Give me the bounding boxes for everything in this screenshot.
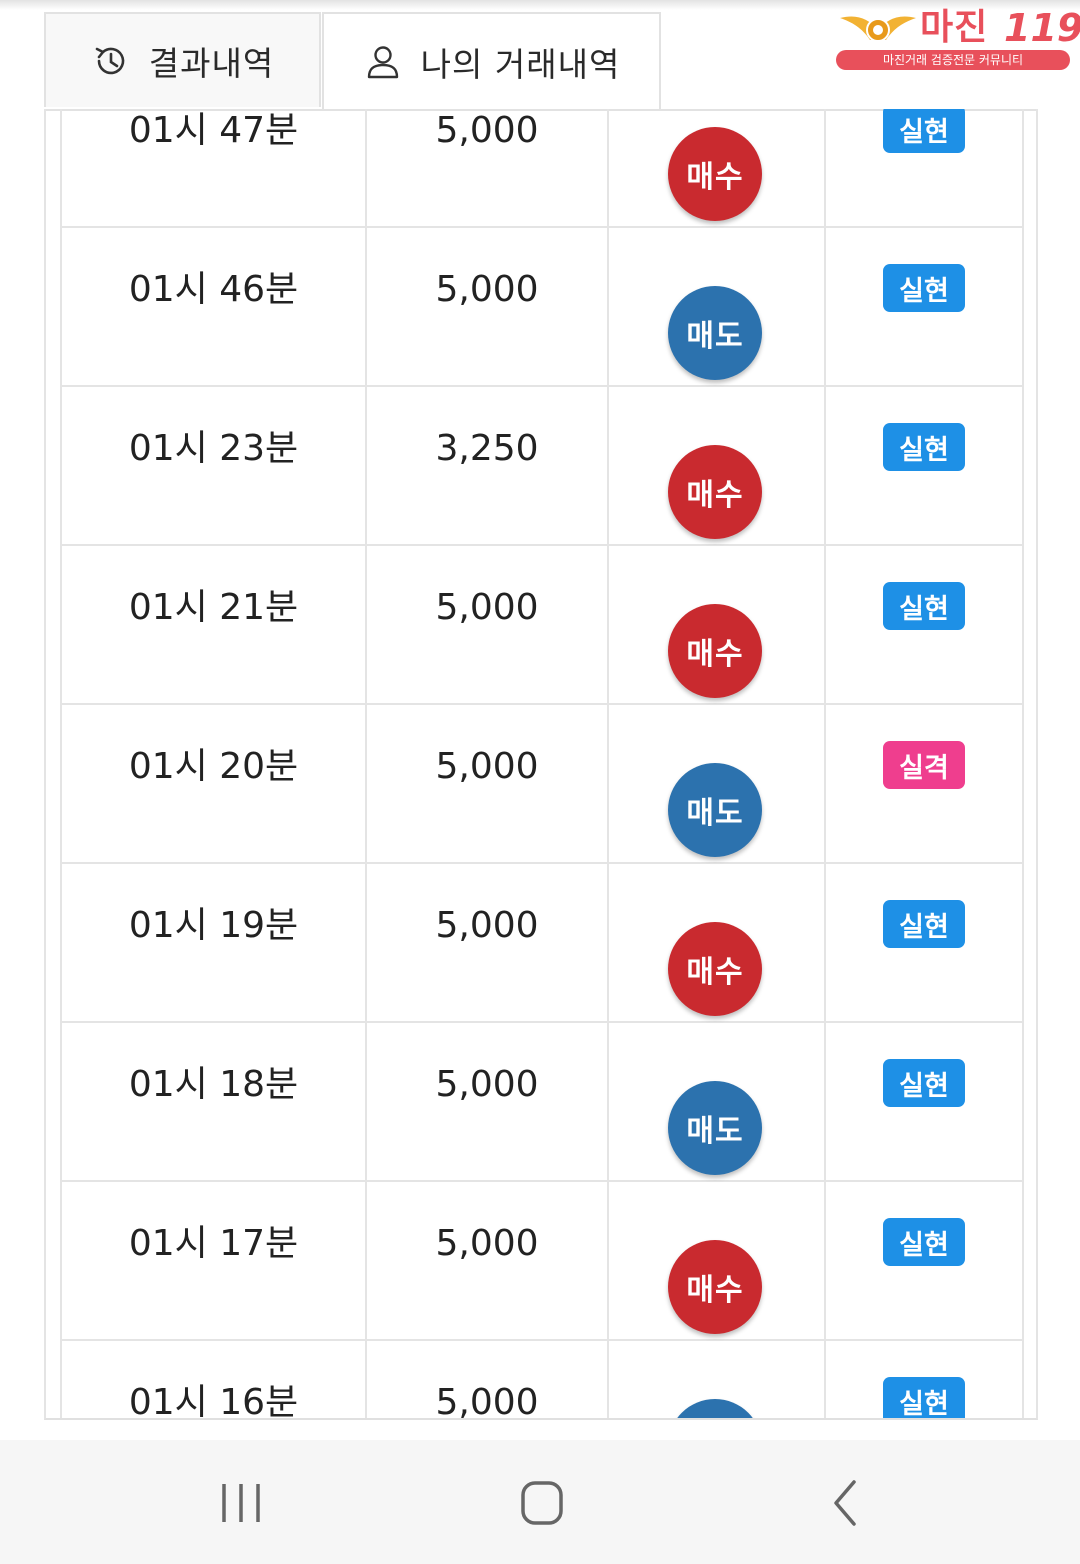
app-viewport: 결과내역 나의 거래내역 마진 119 마진거래 검증전문 커뮤니티 01시 4…	[0, 0, 1080, 1440]
trade-row: 01시 47분 5,000 매수 실현	[60, 109, 1024, 228]
system-nav-bar	[0, 1440, 1080, 1564]
trade-amount: 5,000	[435, 746, 539, 787]
sell-badge: 매도	[668, 286, 762, 380]
result-badge: 실현	[883, 1218, 965, 1266]
buy-badge: 매수	[668, 445, 762, 539]
trade-time: 01시 46분	[128, 269, 299, 310]
amount-cell: 5,000	[367, 109, 609, 226]
side-cell: 매도	[609, 705, 826, 862]
tab-my-trades-label: 나의 거래내역	[420, 44, 621, 84]
result-badge: 실현	[883, 423, 965, 471]
time-cell: 01시 46분	[62, 228, 367, 385]
trade-time: 01시 21분	[128, 587, 299, 628]
buy-badge: 매수	[668, 1240, 762, 1334]
result-badge: 실현	[883, 1377, 965, 1418]
result-cell: 실현	[826, 1341, 1024, 1418]
trade-amount: 5,000	[435, 110, 539, 151]
side-cell: 매수	[609, 546, 826, 703]
trade-time: 01시 16분	[128, 1382, 299, 1420]
amount-cell: 5,000	[367, 1023, 609, 1180]
result-badge: 실현	[883, 1059, 965, 1107]
amount-cell: 5,000	[367, 1341, 609, 1420]
time-cell: 01시 20분	[62, 705, 367, 862]
trade-amount: 5,000	[435, 1382, 539, 1420]
result-badge: 실현	[883, 582, 965, 630]
result-badge: 실현	[883, 264, 965, 312]
logo-brand-text: 마진	[920, 7, 989, 48]
wing-emblem-icon	[840, 16, 916, 42]
amount-cell: 5,000	[367, 228, 609, 385]
side-cell: 매수	[609, 864, 826, 1021]
trade-amount: 5,000	[435, 1223, 539, 1264]
trade-amount: 5,000	[435, 905, 539, 946]
trade-time: 01시 19분	[128, 905, 299, 946]
amount-cell: 5,000	[367, 546, 609, 703]
site-logo[interactable]: 마진 119 마진거래 검증전문 커뮤니티	[836, 7, 1080, 70]
trade-rows: 01시 47분 5,000 매수 실현 01시 46분 5,000 매도 실현 01시 23분 3…	[60, 109, 1024, 1420]
buy-badge: 매수	[668, 127, 762, 221]
result-cell: 실현	[826, 1023, 1024, 1180]
trade-time: 01시 17분	[128, 1223, 299, 1264]
time-cell: 01시 23분	[62, 387, 367, 544]
time-cell: 01시 17분	[62, 1182, 367, 1339]
buy-badge: 매수	[668, 604, 762, 698]
trade-time: 01시 47분	[128, 110, 299, 151]
trade-time: 01시 23분	[128, 428, 299, 469]
trade-table: 01시 47분 5,000 매수 실현 01시 46분 5,000 매도 실현 01시 23분 3…	[44, 109, 1038, 1420]
sell-badge: 매도	[668, 1399, 762, 1418]
trade-amount: 5,000	[435, 587, 539, 628]
logo-tagline: 마진거래 검증전문 커뮤니티	[836, 50, 1070, 70]
logo-number-text: 119	[1004, 6, 1080, 50]
result-badge: 실현	[883, 109, 965, 153]
result-cell: 실현	[826, 864, 1024, 1021]
time-cell: 01시 21분	[62, 546, 367, 703]
amount-cell: 3,250	[367, 387, 609, 544]
result-cell: 실격	[826, 705, 1024, 862]
back-icon[interactable]	[816, 1478, 876, 1528]
side-cell: 매도	[609, 1023, 826, 1180]
trade-row: 01시 46분 5,000 매도 실현	[60, 228, 1024, 387]
trade-row: 01시 19분 5,000 매수 실현	[60, 864, 1024, 1023]
trade-row: 01시 17분 5,000 매수 실현	[60, 1182, 1024, 1341]
trade-row: 01시 23분 3,250 매수 실현	[60, 387, 1024, 546]
trade-amount: 5,000	[435, 269, 539, 310]
buy-badge: 매수	[668, 922, 762, 1016]
result-cell: 실현	[826, 228, 1024, 385]
recent-apps-icon[interactable]	[212, 1478, 272, 1528]
side-cell: 매수	[609, 109, 826, 226]
user-icon	[367, 45, 398, 78]
trade-time: 01시 18분	[128, 1064, 299, 1105]
time-cell: 01시 18분	[62, 1023, 367, 1180]
result-badge: 실현	[883, 900, 965, 948]
sell-badge: 매도	[668, 763, 762, 857]
home-icon[interactable]	[512, 1478, 572, 1528]
result-cell: 실현	[826, 1182, 1024, 1339]
sell-badge: 매도	[668, 1081, 762, 1175]
time-cell: 01시 19분	[62, 864, 367, 1021]
trade-row: 01시 20분 5,000 매도 실격	[60, 705, 1024, 864]
trade-row: 01시 21분 5,000 매수 실현	[60, 546, 1024, 705]
side-cell: 매도	[609, 228, 826, 385]
tab-results[interactable]: 결과내역	[44, 12, 321, 107]
amount-cell: 5,000	[367, 864, 609, 1021]
side-cell: 매수	[609, 387, 826, 544]
trade-row: 01시 16분 5,000 매도 실현	[60, 1341, 1024, 1420]
trade-row: 01시 18분 5,000 매도 실현	[60, 1023, 1024, 1182]
history-icon	[95, 47, 125, 74]
amount-cell: 5,000	[367, 1182, 609, 1339]
result-cell: 실현	[826, 387, 1024, 544]
trade-time: 01시 20분	[128, 746, 299, 787]
tab-my-trades[interactable]: 나의 거래내역	[322, 12, 661, 109]
result-badge: 실격	[883, 741, 965, 789]
trade-amount: 3,250	[435, 428, 539, 469]
result-cell: 실현	[826, 546, 1024, 703]
tab-results-label: 결과내역	[148, 43, 275, 83]
side-cell: 매수	[609, 1182, 826, 1339]
time-cell: 01시 47분	[62, 109, 367, 226]
amount-cell: 5,000	[367, 705, 609, 862]
trade-amount: 5,000	[435, 1064, 539, 1105]
side-cell: 매도	[609, 1341, 826, 1418]
time-cell: 01시 16분	[62, 1341, 367, 1420]
result-cell: 실현	[826, 109, 1024, 226]
